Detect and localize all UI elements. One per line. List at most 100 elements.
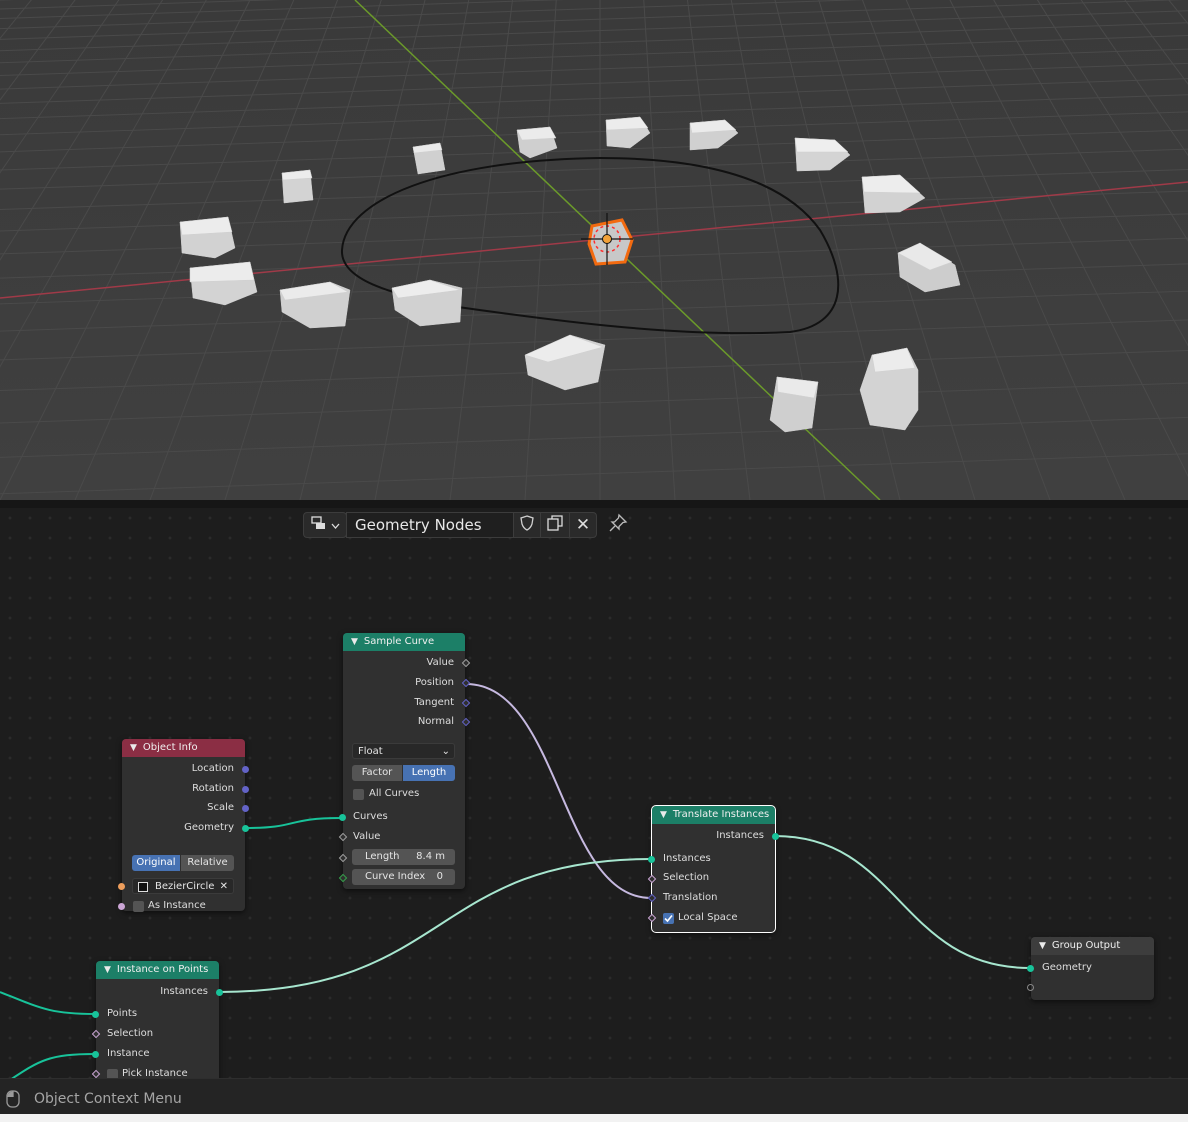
input-instances-socket[interactable] bbox=[648, 856, 655, 863]
node-tree-icon bbox=[310, 516, 327, 534]
3d-viewport[interactable] bbox=[0, 0, 1188, 500]
object-field[interactable]: BezierCircle ✕ bbox=[132, 878, 234, 894]
link-position-translation bbox=[465, 683, 652, 899]
length-field[interactable]: Length 8.4 m bbox=[352, 849, 455, 865]
input-points-socket[interactable] bbox=[92, 1011, 99, 1018]
node-group-name-field[interactable]: Geometry Nodes bbox=[346, 512, 514, 538]
output-rotation-label: Rotation bbox=[192, 783, 234, 794]
instance-on-points-node[interactable]: ▼ Instance on Points Instances Points Sel… bbox=[91, 961, 223, 1078]
chevron-down-icon[interactable]: ▼ bbox=[104, 961, 111, 979]
chevron-down-icon[interactable]: ▼ bbox=[660, 806, 667, 824]
link-instances-geometry bbox=[774, 835, 1031, 969]
mode-factor-button[interactable]: Factor bbox=[352, 765, 402, 781]
chevron-down-icon[interactable]: ▼ bbox=[351, 633, 358, 651]
node-tree-browse-button[interactable] bbox=[303, 512, 347, 538]
translate-instances-node[interactable]: ▼ Translate Instances Instances Instances… bbox=[647, 805, 779, 933]
all-curves-checkbox[interactable] bbox=[353, 789, 364, 800]
area-separator[interactable] bbox=[0, 500, 1188, 508]
curve-index-label: Curve Index bbox=[365, 871, 426, 882]
viewport-scene bbox=[0, 0, 1188, 500]
input-selection-label: Selection bbox=[663, 872, 710, 883]
as-instance-label: As Instance bbox=[148, 900, 206, 911]
output-instances-socket[interactable] bbox=[216, 989, 223, 996]
sample-curve-node[interactable]: ▼ Sample Curve Value Position Tangent Nor… bbox=[338, 633, 471, 889]
data-type-dropdown[interactable]: Float ⌄ bbox=[352, 743, 455, 759]
transform-original-button[interactable]: Original bbox=[132, 855, 180, 871]
sample-curve-header[interactable]: ▼ Sample Curve bbox=[343, 633, 465, 651]
object-info-node[interactable]: ▼ Object Info Location Rotation Scale Geo… bbox=[118, 739, 249, 912]
input-curves-socket[interactable] bbox=[339, 814, 346, 821]
chevron-down-icon: ⌄ bbox=[441, 746, 450, 757]
translate-instances-title: Translate Instances bbox=[672, 809, 770, 820]
shield-icon bbox=[520, 515, 534, 535]
input-instances-label: Instances bbox=[663, 853, 711, 864]
status-text: Object Context Menu bbox=[34, 1091, 182, 1107]
object-info-header[interactable]: ▼ Object Info bbox=[122, 739, 245, 757]
output-value-label: Value bbox=[426, 657, 454, 668]
output-instances-label: Instances bbox=[716, 830, 764, 841]
input-empty-socket[interactable] bbox=[1027, 984, 1034, 991]
input-geometry-socket[interactable] bbox=[1027, 965, 1034, 972]
output-scale-socket[interactable] bbox=[242, 805, 249, 812]
chevron-down-icon[interactable]: ▼ bbox=[1039, 937, 1046, 955]
instance-on-points-title: Instance on Points bbox=[116, 964, 209, 975]
input-object-socket[interactable] bbox=[118, 883, 125, 890]
output-tangent-label: Tangent bbox=[414, 697, 454, 708]
curve-index-field[interactable]: Curve Index 0 bbox=[352, 869, 455, 885]
object-icon bbox=[138, 882, 148, 892]
sample-curve-title: Sample Curve bbox=[363, 636, 435, 647]
pick-instance-checkbox[interactable] bbox=[107, 1069, 118, 1078]
clear-icon[interactable]: ✕ bbox=[220, 879, 228, 895]
output-location-socket[interactable] bbox=[242, 766, 249, 773]
output-normal-label: Normal bbox=[417, 716, 454, 727]
input-instance-label: Instance bbox=[107, 1048, 150, 1059]
data-type-value: Float bbox=[358, 746, 383, 757]
group-output-header[interactable]: ▼ Group Output bbox=[1031, 937, 1154, 955]
fake-user-button[interactable] bbox=[513, 512, 541, 538]
object-info-title: Object Info bbox=[142, 742, 198, 753]
translate-instances-header[interactable]: ▼ Translate Instances bbox=[652, 806, 775, 824]
input-translation-label: Translation bbox=[663, 892, 718, 903]
length-label: Length bbox=[365, 851, 400, 862]
chevron-down-icon bbox=[331, 518, 340, 533]
link-points bbox=[0, 991, 96, 1015]
pick-instance-label: Pick Instance bbox=[122, 1068, 188, 1078]
status-bar: Object Context Menu bbox=[0, 1078, 1188, 1122]
pin-icon bbox=[608, 513, 628, 537]
input-points-label: Points bbox=[107, 1008, 138, 1019]
output-geometry-socket[interactable] bbox=[242, 825, 249, 832]
local-space-checkbox[interactable] bbox=[663, 913, 674, 924]
output-rotation-socket[interactable] bbox=[242, 786, 249, 793]
input-value-label: Value bbox=[353, 831, 381, 842]
close-button[interactable]: ✕ bbox=[569, 512, 597, 538]
input-geometry-label: Geometry bbox=[1042, 962, 1092, 973]
output-instances-socket[interactable] bbox=[772, 833, 779, 840]
link-instance bbox=[11, 1053, 96, 1078]
output-position-label: Position bbox=[415, 677, 454, 688]
output-location-label: Location bbox=[191, 763, 234, 774]
as-instance-checkbox[interactable] bbox=[133, 901, 144, 912]
mouse-icon bbox=[5, 1089, 21, 1113]
instance-on-points-header[interactable]: ▼ Instance on Points bbox=[96, 961, 219, 979]
duplicate-button[interactable] bbox=[540, 512, 570, 538]
transform-relative-button[interactable]: Relative bbox=[181, 855, 234, 871]
group-output-node[interactable]: ▼ Group Output Geometry bbox=[1027, 937, 1154, 1000]
chevron-down-icon[interactable]: ▼ bbox=[130, 739, 137, 757]
object-value: BezierCircle bbox=[155, 881, 215, 892]
input-selection-label: Selection bbox=[107, 1028, 154, 1039]
node-editor[interactable]: Geometry Nodes ✕ ▼ Sample Curve Value Pos… bbox=[0, 508, 1188, 1078]
mode-length-button[interactable]: Length bbox=[403, 765, 455, 781]
input-instance-socket[interactable] bbox=[92, 1051, 99, 1058]
output-instances-label: Instances bbox=[160, 986, 208, 997]
close-icon: ✕ bbox=[575, 515, 591, 535]
checkmark-icon bbox=[664, 914, 673, 923]
input-curves-label: Curves bbox=[353, 811, 388, 822]
duplicate-icon bbox=[546, 514, 564, 536]
output-geometry-label: Geometry bbox=[184, 822, 234, 833]
link-geometry-curves bbox=[244, 817, 342, 829]
output-scale-label: Scale bbox=[207, 802, 234, 813]
input-as-instance-socket[interactable] bbox=[118, 903, 125, 910]
curve-index-value: 0 bbox=[436, 871, 443, 882]
group-output-title: Group Output bbox=[1051, 940, 1121, 951]
pin-button[interactable] bbox=[606, 513, 630, 537]
